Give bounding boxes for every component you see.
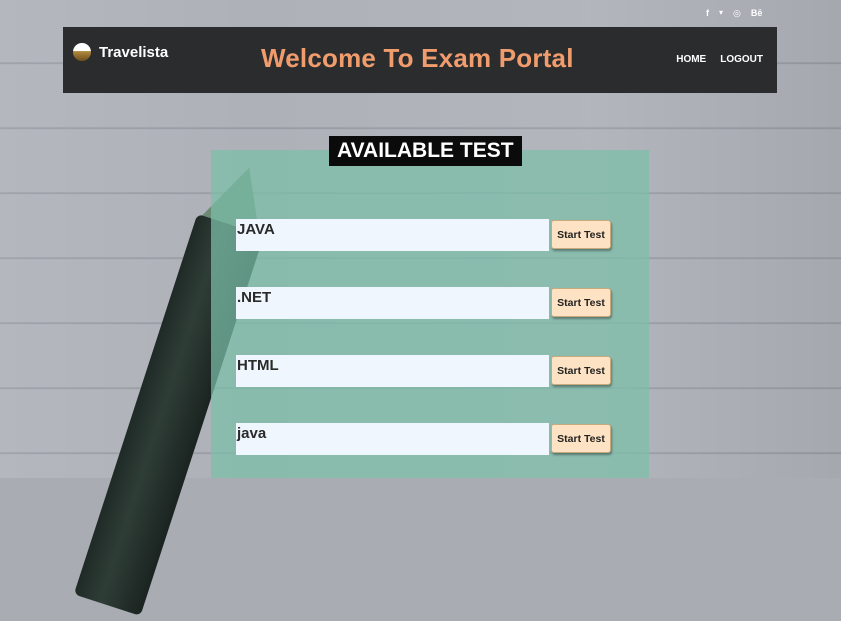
start-test-button[interactable]: Start Test (551, 424, 611, 453)
brand-name: Travelista (99, 43, 169, 61)
behance-icon[interactable]: Bē (751, 8, 763, 19)
start-test-button[interactable]: Start Test (551, 288, 611, 317)
test-name: java (236, 423, 549, 455)
nav-home-link[interactable]: HOME (676, 54, 706, 65)
nav-logout-link[interactable]: LOGOUT (720, 54, 763, 65)
navbar: Travelista Welcome To Exam Portal HOME L… (63, 27, 777, 93)
start-test-button[interactable]: Start Test (551, 220, 611, 249)
panel-heading: AVAILABLE TEST (329, 136, 522, 166)
twitter-icon[interactable]: ▾ (719, 8, 723, 19)
page-title: Welcome To Exam Portal (261, 43, 574, 73)
brand-logo[interactable]: Travelista (73, 43, 168, 61)
logo-icon (73, 43, 91, 61)
test-name: .NET (236, 287, 549, 319)
dribbble-icon[interactable]: ◎ (733, 8, 741, 19)
test-name: HTML (236, 355, 549, 387)
nav-links: HOME LOGOUT (676, 54, 763, 65)
social-links: f ▾ ◎ Bē (706, 8, 762, 19)
test-name: JAVA (236, 219, 549, 251)
facebook-icon[interactable]: f (706, 8, 709, 19)
start-test-button[interactable]: Start Test (551, 356, 611, 385)
